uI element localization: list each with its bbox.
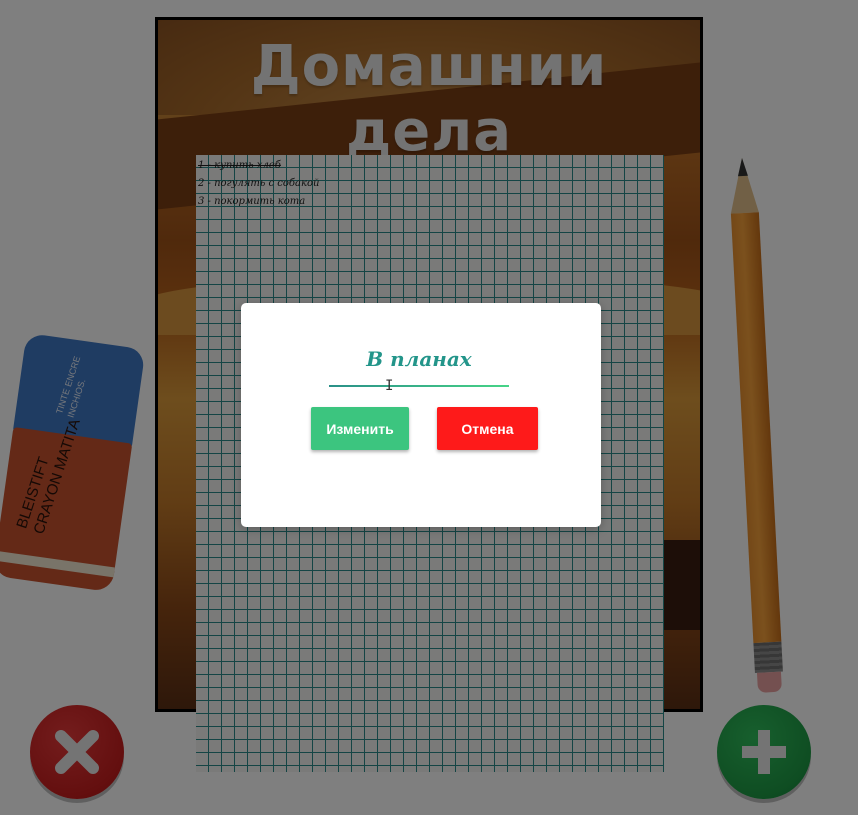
edit-task-modal: I Изменить Отмена <box>241 303 601 527</box>
change-button[interactable]: Изменить <box>311 407 409 450</box>
input-underline <box>329 385 509 387</box>
text-cursor-icon: I <box>385 378 394 394</box>
cancel-button[interactable]: Отмена <box>437 407 538 450</box>
app-stage: Домашнии дела 1 - купить хлеб 2 - погуля… <box>0 0 858 815</box>
task-edit-input[interactable] <box>329 333 509 387</box>
